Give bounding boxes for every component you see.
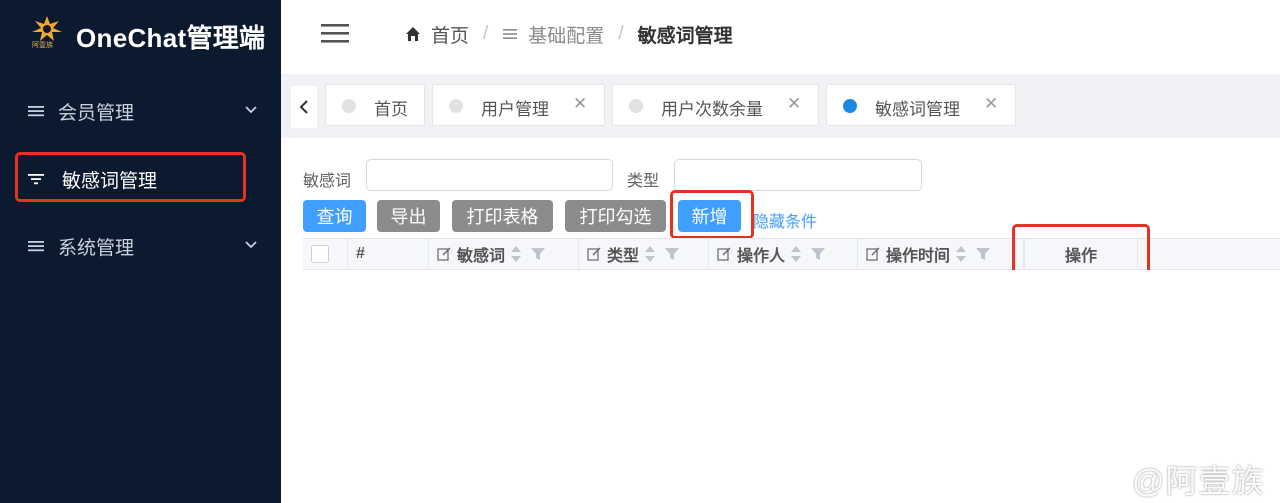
breadcrumb-separator: / — [483, 23, 489, 44]
select-all-column — [303, 239, 348, 269]
breadcrumb-current: 敏感词管理 — [637, 25, 733, 47]
select-all-checkbox[interactable] — [311, 245, 329, 263]
filter-word-label: 敏感词 — [303, 173, 352, 190]
column-operator: 操作人 — [709, 239, 858, 269]
filter-icon[interactable] — [665, 247, 680, 261]
close-icon[interactable]: ✕ — [984, 94, 998, 114]
tab-label: 用户次数余量 — [661, 100, 763, 119]
chevron-down-icon — [245, 106, 257, 114]
edit-icon — [866, 247, 880, 261]
filter-type-label: 类型 — [627, 173, 660, 190]
sidebar: 阿壹族 OneChat管理端 会员管理 敏感词管理 系统管理 — [0, 0, 281, 503]
edit-icon — [587, 247, 601, 261]
menu-lines-icon — [28, 106, 44, 117]
breadcrumb: 首页 / 基础配置 / 敏感词管理 — [405, 20, 733, 48]
tabs-scroll-left-button[interactable] — [291, 86, 317, 128]
tab-user-quota[interactable]: 用户次数余量 ✕ — [612, 84, 819, 126]
breadcrumb-section-label: 基础配置 — [528, 25, 605, 47]
breadcrumb-home-label: 首页 — [431, 25, 470, 47]
top-header: 首页 / 基础配置 / 敏感词管理 — [281, 0, 1280, 70]
column-operation-time: 操作时间 — [858, 239, 1024, 269]
chevron-left-icon — [299, 100, 308, 114]
hide-conditions-link[interactable]: 隐藏条件 — [753, 208, 817, 232]
breadcrumb-separator: / — [618, 23, 624, 44]
column-index: # — [348, 239, 429, 269]
tab-label: 敏感词管理 — [875, 100, 960, 119]
sort-icon[interactable] — [956, 245, 967, 263]
column-header-label: 操作人 — [737, 248, 786, 265]
tab-label: 首页 — [374, 100, 408, 119]
watermark-text: @阿壹族 — [1132, 463, 1265, 499]
highlight-box-sidebar — [15, 152, 246, 202]
sidebar-item-label: 系统管理 — [58, 237, 135, 259]
sort-icon[interactable] — [791, 245, 802, 263]
edit-icon — [437, 247, 451, 261]
export-button[interactable]: 导出 — [377, 200, 440, 232]
app-title: OneChat管理端 — [76, 23, 266, 53]
tab-user-management[interactable]: 用户管理 ✕ — [432, 84, 605, 126]
tab-status-dot — [629, 99, 643, 113]
logo-caption: 阿壹族 — [32, 42, 53, 49]
chevron-down-icon — [245, 241, 257, 249]
tab-label: 用户管理 — [481, 100, 549, 119]
close-icon[interactable]: ✕ — [787, 94, 801, 114]
sensitive-word-input[interactable] — [366, 159, 613, 191]
column-header-label: 操作时间 — [886, 248, 951, 265]
tab-home[interactable]: 首页 — [325, 84, 425, 126]
type-input[interactable] — [674, 159, 922, 191]
sort-icon[interactable] — [645, 245, 656, 263]
home-icon — [406, 27, 420, 41]
filter-icon[interactable] — [811, 247, 826, 261]
column-header-label: 类型 — [607, 248, 640, 265]
print-checked-button[interactable]: 打印勾选 — [565, 200, 666, 232]
sidebar-item-system[interactable]: 系统管理 — [0, 224, 281, 268]
sort-icon[interactable] — [511, 245, 522, 263]
tabs-bar: 首页 用户管理 ✕ 用户次数余量 ✕ 敏感词管理 ✕ — [281, 74, 1280, 138]
breadcrumb-section[interactable]: 基础配置 — [502, 21, 604, 48]
edit-icon — [717, 247, 731, 261]
hamburger-icon[interactable] — [321, 22, 349, 44]
main-content: 敏感词 类型 查询 导出 打印表格 打印勾选 新增 隐藏条件 # 敏感词 类型 … — [281, 138, 1280, 503]
filter-icon[interactable] — [531, 247, 546, 261]
print-table-button[interactable]: 打印表格 — [452, 200, 553, 232]
close-icon[interactable]: ✕ — [573, 94, 587, 114]
column-type: 类型 — [579, 239, 709, 269]
column-sensitive-word: 敏感词 — [429, 239, 579, 269]
tab-status-dot — [843, 99, 857, 113]
highlight-box-add — [670, 190, 754, 239]
filter-icon[interactable] — [976, 247, 991, 261]
menu-lines-icon — [28, 241, 44, 252]
column-header-label: # — [356, 245, 365, 262]
menu-lines-icon — [503, 29, 518, 39]
sidebar-item-label: 会员管理 — [58, 102, 135, 124]
tab-status-dot — [342, 99, 356, 113]
query-button[interactable]: 查询 — [303, 200, 366, 232]
column-header-label: 敏感词 — [457, 248, 506, 265]
sidebar-item-members[interactable]: 会员管理 — [0, 89, 281, 133]
tab-status-dot — [449, 99, 463, 113]
breadcrumb-home[interactable]: 首页 — [405, 21, 469, 48]
tab-sensitive-words[interactable]: 敏感词管理 ✕ — [826, 84, 1016, 126]
